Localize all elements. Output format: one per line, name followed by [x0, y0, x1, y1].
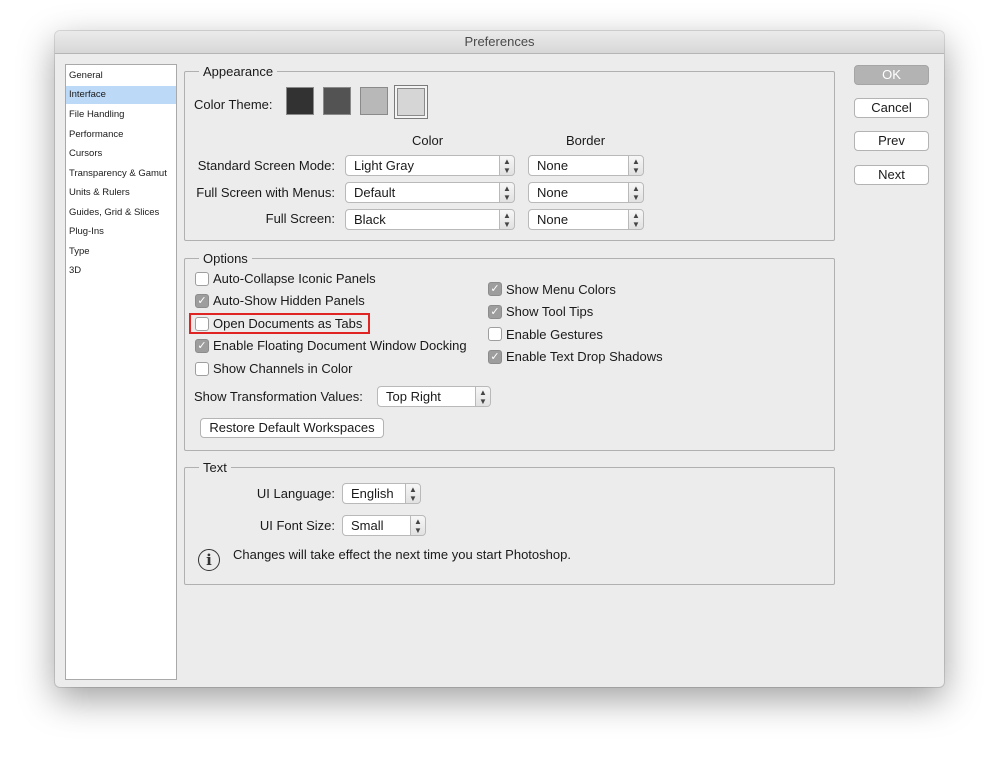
open-documents-tabs-label: Open Documents as Tabs — [213, 316, 363, 331]
show-channels-color-label: Show Channels in Color — [213, 361, 353, 376]
prev-button[interactable]: Prev — [854, 131, 929, 151]
auto-collapse-label: Auto-Collapse Iconic Panels — [213, 271, 376, 286]
window-title: Preferences — [55, 31, 944, 54]
open-documents-tabs-checkbox[interactable] — [195, 317, 209, 331]
checkmark-icon: ✓ — [490, 351, 500, 363]
transformation-values-select[interactable]: Top Right ▲ ▼ — [377, 386, 491, 407]
full-screen-menus-border-value: None — [537, 185, 569, 200]
floating-docking-checkbox[interactable]: ✓ — [195, 339, 209, 353]
full-screen-border-value: None — [537, 212, 569, 227]
show-menu-colors-checkbox[interactable]: ✓ — [488, 282, 502, 296]
transformation-values-label: Show Transformation Values: — [194, 389, 363, 404]
ui-language-select[interactable]: English ▲ ▼ — [342, 483, 421, 504]
chevron-updown-icon: ▲ ▼ — [628, 156, 643, 175]
sidebar-item-interface[interactable]: Interface — [66, 86, 176, 104]
cancel-button[interactable]: Cancel — [854, 98, 929, 118]
restore-default-workspaces-button[interactable]: Restore Default Workspaces — [200, 418, 384, 438]
enable-gestures-label: Enable Gestures — [506, 327, 603, 342]
text-title: Text — [199, 460, 231, 476]
full-screen-color-select[interactable]: Black ▲ ▼ — [345, 209, 515, 230]
ok-button[interactable]: OK — [854, 65, 929, 85]
show-tool-tips-checkbox[interactable]: ✓ — [488, 305, 502, 319]
sidebar-item-plug-ins[interactable]: Plug-Ins — [66, 223, 176, 241]
checkmark-icon: ✓ — [490, 306, 500, 318]
auto-show-hidden-label: Auto-Show Hidden Panels — [213, 293, 365, 308]
standard-screen-color-select[interactable]: Light Gray ▲ ▼ — [345, 155, 515, 176]
full-screen-menus-border-select[interactable]: None ▲ ▼ — [528, 182, 644, 203]
full-screen-menus-label: Full Screen with Menus: — [196, 185, 335, 200]
auto-show-hidden-checkbox[interactable]: ✓ — [195, 294, 209, 308]
theme-swatch-medium[interactable] — [360, 87, 388, 115]
standard-screen-border-select[interactable]: None ▲ ▼ — [528, 155, 644, 176]
chevron-updown-icon: ▲ ▼ — [499, 183, 514, 202]
enable-gestures-checkbox[interactable] — [488, 327, 502, 341]
transformation-values-value: Top Right — [386, 389, 441, 404]
ui-font-size-label: UI Font Size: — [259, 518, 335, 533]
ui-font-size-value: Small — [351, 518, 384, 533]
full-screen-border-select[interactable]: None ▲ ▼ — [528, 209, 644, 230]
next-button[interactable]: Next — [854, 165, 929, 185]
options-title: Options — [199, 251, 252, 267]
info-message: Changes will take effect the next time y… — [233, 547, 571, 562]
chevron-updown-icon: ▲ ▼ — [628, 210, 643, 229]
full-screen-color-value: Black — [354, 212, 386, 227]
standard-screen-color-value: Light Gray — [354, 158, 414, 173]
appearance-title: Appearance — [199, 64, 278, 80]
sidebar-item-units-rulers[interactable]: Units & Rulers — [66, 184, 176, 202]
theme-swatch-light-selected[interactable] — [394, 85, 428, 119]
full-screen-label: Full Screen: — [265, 211, 335, 226]
sidebar: General Interface File Handling Performa… — [65, 64, 177, 680]
full-screen-menus-color-value: Default — [354, 185, 396, 200]
sidebar-item-cursors[interactable]: Cursors — [66, 145, 176, 163]
sidebar-item-general[interactable]: General — [66, 67, 176, 85]
ui-font-size-select[interactable]: Small ▲ ▼ — [342, 515, 426, 536]
sidebar-item-transparency-gamut[interactable]: Transparency & Gamut — [66, 165, 176, 183]
info-icon: i — [198, 549, 220, 571]
sidebar-item-file-handling[interactable]: File Handling — [66, 106, 176, 124]
show-channels-color-checkbox[interactable] — [195, 362, 209, 376]
chevron-updown-icon: ▲ ▼ — [499, 210, 514, 229]
sidebar-item-performance[interactable]: Performance — [66, 126, 176, 144]
standard-screen-mode-label: Standard Screen Mode: — [197, 158, 335, 173]
sidebar-item-guides-grid-slices[interactable]: Guides, Grid & Slices — [66, 204, 176, 222]
text-drop-shadows-label: Enable Text Drop Shadows — [506, 349, 663, 364]
color-theme-label: Color Theme: — [194, 97, 273, 112]
theme-swatch-light — [397, 88, 425, 116]
column-header-border: Border — [566, 133, 606, 148]
show-menu-colors-label: Show Menu Colors — [506, 282, 616, 297]
ui-language-label: UI Language: — [256, 486, 335, 501]
checkmark-icon: ✓ — [197, 295, 207, 307]
ui-language-value: English — [351, 486, 394, 501]
floating-docking-label: Enable Floating Document Window Docking — [213, 338, 467, 353]
chevron-updown-icon: ▲ ▼ — [410, 516, 425, 535]
checkmark-icon: ✓ — [490, 283, 500, 295]
theme-swatch-dark[interactable] — [323, 87, 351, 115]
column-header-color: Color — [412, 133, 444, 148]
text-drop-shadows-checkbox[interactable]: ✓ — [488, 350, 502, 364]
checkmark-icon: ✓ — [197, 340, 207, 352]
show-tool-tips-label: Show Tool Tips — [506, 304, 594, 319]
auto-collapse-checkbox[interactable] — [195, 272, 209, 286]
chevron-updown-icon: ▲ ▼ — [499, 156, 514, 175]
sidebar-item-type[interactable]: Type — [66, 243, 176, 261]
chevron-updown-icon: ▲ ▼ — [628, 183, 643, 202]
theme-swatch-darkest[interactable] — [286, 87, 314, 115]
standard-screen-border-value: None — [537, 158, 569, 173]
sidebar-item-3d[interactable]: 3D — [66, 262, 176, 280]
chevron-updown-icon: ▲ ▼ — [405, 484, 420, 503]
full-screen-menus-color-select[interactable]: Default ▲ ▼ — [345, 182, 515, 203]
chevron-updown-icon: ▲ ▼ — [475, 387, 490, 406]
